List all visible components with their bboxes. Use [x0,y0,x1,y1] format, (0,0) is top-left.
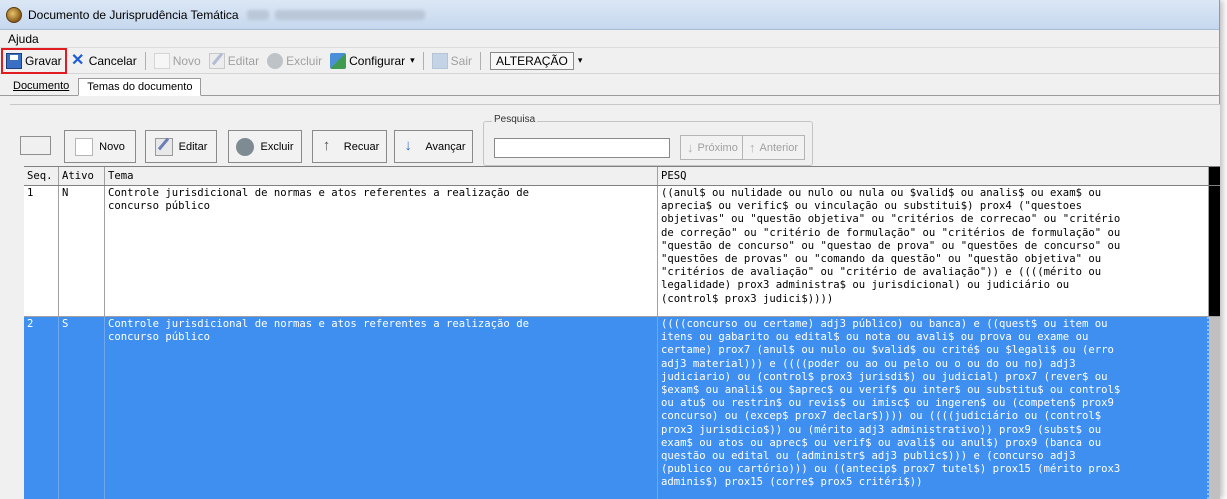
new-document-icon [75,137,94,156]
next-button[interactable]: ↓ Próximo [680,135,745,160]
chevron-down-icon: ▾ [410,55,415,65]
column-header-tema[interactable]: Tema [105,167,658,185]
toolbar-separator [422,51,424,70]
tab-label: Temas do documento [87,81,193,93]
cancel-button-label: Cancelar [88,53,137,68]
title-bar[interactable]: Documento de Jurisprudência Temática [0,0,1219,30]
next-button-label: Próximo [697,141,738,154]
table-row-selected[interactable]: 2 S Controle jurisdicional de normas e a… [24,317,1220,499]
table-row[interactable]: 1 N Controle jurisdicional de normas e a… [24,186,1220,317]
mode-indicator: ALTERAÇÃO [490,51,574,70]
arrow-down-icon [401,137,419,156]
search-group: Pesquisa ↓ Próximo ↑ Anterior [483,114,813,166]
cell-seq: 2 [24,317,59,499]
menu-ajuda[interactable]: Ajuda [4,32,43,46]
nav-edit-button[interactable]: Editar [145,130,217,163]
nav-forward-button[interactable]: Avançar [394,130,473,163]
nav-back-button[interactable]: Recuar [312,130,387,163]
row-filler [1209,317,1220,499]
column-header-ativo[interactable]: Ativo [59,167,105,185]
delete-button[interactable]: Excluir [264,50,325,72]
menu-bar: Ajuda [0,30,1219,48]
window-title: Documento de Jurisprudência Temática [28,7,239,22]
nav-new-button[interactable]: Novo [64,130,136,163]
exit-button[interactable]: Sair [429,50,475,72]
chevron-down-icon[interactable]: ▾ [578,55,583,66]
cell-ativo: N [59,186,105,316]
cell-tema: Controle jurisdicional de normas e atos … [105,186,658,316]
cell-ativo: S [59,317,105,499]
cancel-button[interactable]: ✕ Cancelar [67,50,140,72]
delete-icon [236,137,255,156]
nav-edit-label: Editar [178,140,208,153]
toolbar-separator [144,51,146,70]
toolbar-separator [480,51,482,70]
edit-icon [208,52,225,69]
temas-grid: Seq. Ativo Tema PESQ 1 N Controle jurisd… [24,166,1220,499]
nav-new-label: Novo [99,140,125,153]
nav-delete-label: Excluir [260,140,294,153]
column-header-seq[interactable]: Seq. [24,167,59,185]
tab-label: Documento [13,80,70,92]
save-icon [6,52,22,69]
nav-back-label: Recuar [343,140,380,153]
edit-button[interactable]: Editar [206,50,262,72]
arrow-up-icon [320,137,338,156]
previous-button-label: Anterior [759,141,799,154]
tab-documento[interactable]: Documento [4,77,78,95]
row-filler [1209,186,1220,316]
grid-header-filler [1209,167,1220,185]
column-header-pesq[interactable]: PESQ [658,167,1209,185]
exit-icon [431,52,448,69]
save-button[interactable]: Gravar [1,47,67,74]
cancel-icon: ✕ [70,51,85,69]
edit-button-label: Editar [227,53,260,68]
tab-temas-do-documento[interactable]: Temas do documento [78,78,202,96]
previous-button[interactable]: ↑ Anterior [742,135,806,160]
redacted-title-suffix [246,9,425,20]
search-legend: Pesquisa [492,114,538,125]
cell-pesq: ((((concurso ou certame) adj3 público) o… [658,317,1209,499]
arrow-up-icon: ↑ [749,140,756,155]
main-toolbar: Gravar ✕ Cancelar Novo Editar Excluir Co… [0,47,1219,74]
delete-icon [267,52,284,69]
configure-button[interactable]: Configurar ▾ [327,50,418,72]
configure-icon [330,52,347,69]
exit-button-label: Sair [450,53,473,68]
grid-header: Seq. Ativo Tema PESQ [24,167,1220,186]
app-icon [6,6,22,23]
cell-tema: Controle jurisdicional de normas e atos … [105,317,658,499]
navigation-bar: Novo Editar Excluir Recuar Avançar Pesqu… [10,114,1220,167]
nav-delete-button[interactable]: Excluir [228,130,302,163]
nav-forward-label: Avançar [425,140,466,153]
arrow-down-icon: ↓ [687,140,694,155]
new-button[interactable]: Novo [151,50,204,72]
tab-strip: Documento Temas do documento [0,74,1219,96]
cell-pesq: ((anul$ ou nulidade ou nulo ou nula ou $… [658,186,1209,316]
save-button-label: Gravar [25,53,62,68]
record-indicator-box [20,136,51,155]
new-button-label: Novo [172,53,201,68]
cell-seq: 1 [24,186,59,316]
search-input[interactable] [494,138,670,158]
delete-button-label: Excluir [286,53,323,68]
new-document-icon [153,52,170,69]
configure-button-label: Configurar [349,53,406,68]
edit-icon [154,137,173,156]
